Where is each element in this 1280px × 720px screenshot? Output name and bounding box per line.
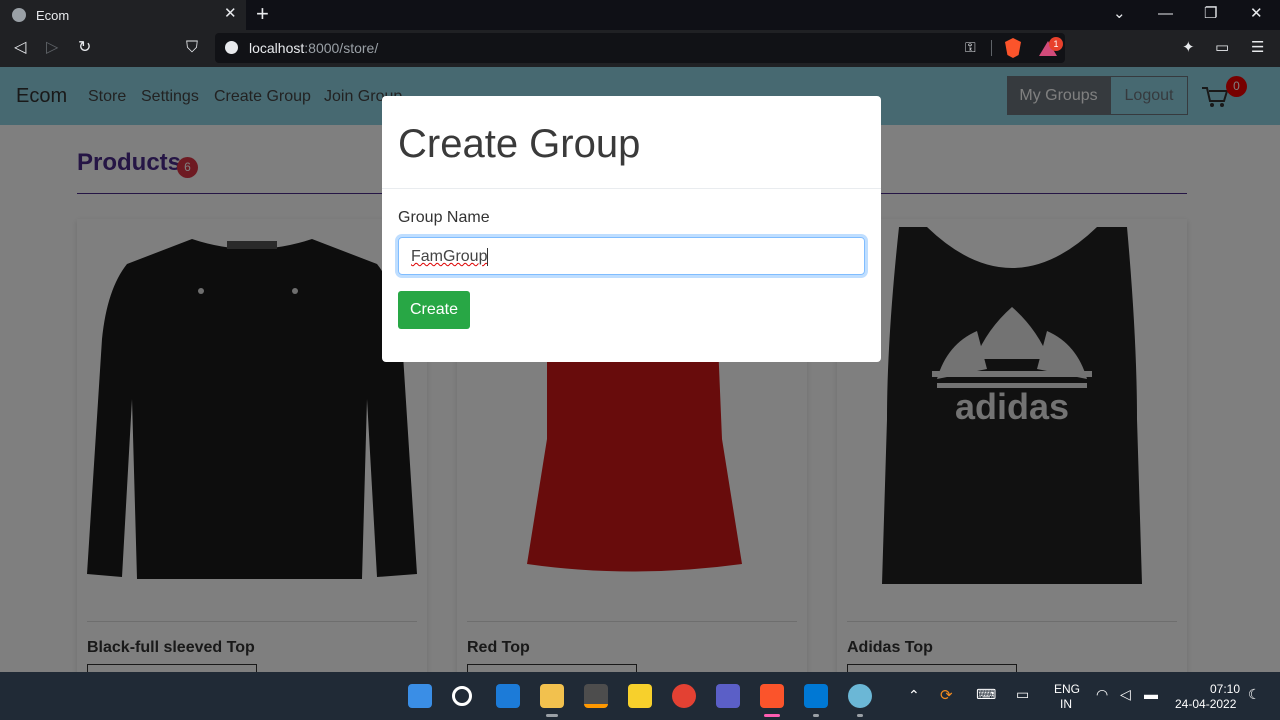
volume-icon[interactable]: ◁ xyxy=(1120,686,1131,703)
divider xyxy=(382,188,881,189)
create-group-modal: Create Group Group Name FamGroup Create xyxy=(382,96,881,362)
sync-icon[interactable]: ⟳ xyxy=(940,686,953,704)
tab-close-icon[interactable]: ✕ xyxy=(224,5,237,23)
running-indicator xyxy=(813,714,819,717)
moon-icon[interactable]: ☾ xyxy=(1248,686,1261,703)
menu-icon[interactable]: ☰ xyxy=(1251,39,1264,57)
sticky-notes-icon[interactable] xyxy=(628,684,652,708)
running-indicator xyxy=(857,714,863,717)
globe-icon xyxy=(12,8,26,22)
running-indicator xyxy=(764,714,780,717)
tab-ecom[interactable]: Ecom ✕ xyxy=(0,0,246,30)
mail-icon[interactable] xyxy=(496,684,520,708)
url-text[interactable]: localhost:8000/store/ xyxy=(249,40,378,56)
tab-search-chevron-icon[interactable]: ⌄ xyxy=(1113,4,1126,24)
clock-time[interactable]: 07:10 xyxy=(1210,682,1240,696)
forward-icon[interactable]: ▷ xyxy=(46,38,58,58)
clock-date[interactable]: 24-04-2022 xyxy=(1175,697,1236,711)
keyboard-icon[interactable]: ⌨ xyxy=(976,686,996,703)
divider xyxy=(991,40,992,56)
text-caret xyxy=(487,247,489,266)
wallet-icon[interactable]: ▭ xyxy=(1215,39,1229,57)
paint-icon[interactable] xyxy=(848,684,872,708)
brave-shields-icon[interactable] xyxy=(1005,38,1021,58)
display-icon[interactable]: ▭ xyxy=(1016,686,1029,703)
start-icon[interactable] xyxy=(408,684,432,708)
toolbar: ◁ ▷ ↻ ⛉ localhost:8000/store/ ⚿ 1 ✦ ▭ ☰ xyxy=(0,30,1280,67)
tab-title: Ecom xyxy=(36,8,70,23)
group-name-input[interactable]: FamGroup xyxy=(398,237,865,275)
key-icon[interactable]: ⚿ xyxy=(965,39,976,56)
address-bar[interactable]: localhost:8000/store/ ⚿ 1 xyxy=(215,33,1065,63)
new-tab-button[interactable]: + xyxy=(256,2,269,26)
restore-button[interactable]: ❐ xyxy=(1204,4,1217,24)
back-icon[interactable]: ◁ xyxy=(14,38,26,58)
vscode-icon[interactable] xyxy=(804,684,828,708)
search-icon[interactable] xyxy=(452,686,472,706)
window-close-button[interactable]: ✕ xyxy=(1250,4,1263,24)
running-indicator xyxy=(546,714,558,717)
battery-icon[interactable]: ▬ xyxy=(1144,686,1158,702)
sublime-icon[interactable] xyxy=(584,684,608,708)
teams-icon[interactable] xyxy=(716,684,740,708)
group-name-label: Group Name xyxy=(398,209,490,226)
rewards-badge: 1 xyxy=(1049,37,1063,51)
reload-icon[interactable]: ↻ xyxy=(78,38,91,58)
language-region[interactable]: IN xyxy=(1060,697,1072,711)
language-code[interactable]: ENG xyxy=(1054,682,1080,696)
extensions-icon[interactable]: ✦ xyxy=(1182,39,1195,57)
site-info-icon[interactable] xyxy=(225,41,238,54)
chevron-up-icon[interactable]: ⌃ xyxy=(908,687,920,704)
brave-icon[interactable] xyxy=(760,684,784,708)
minimize-button[interactable]: — xyxy=(1158,4,1173,24)
bookmark-icon[interactable]: ⛉ xyxy=(186,38,198,58)
chrome-icon[interactable] xyxy=(672,684,696,708)
tab-strip: Ecom ✕ + ⌄ — ❐ ✕ xyxy=(0,0,1280,30)
modal-title: Create Group xyxy=(398,122,641,166)
create-button[interactable]: Create xyxy=(398,291,470,329)
taskbar: ⌃ ⟳ ⌨ ▭ ENG IN ◠ ◁ ▬ 07:10 24-04-2022 ☾ xyxy=(0,672,1280,720)
wifi-icon[interactable]: ◠ xyxy=(1096,686,1108,703)
file-explorer-icon[interactable] xyxy=(540,684,564,708)
